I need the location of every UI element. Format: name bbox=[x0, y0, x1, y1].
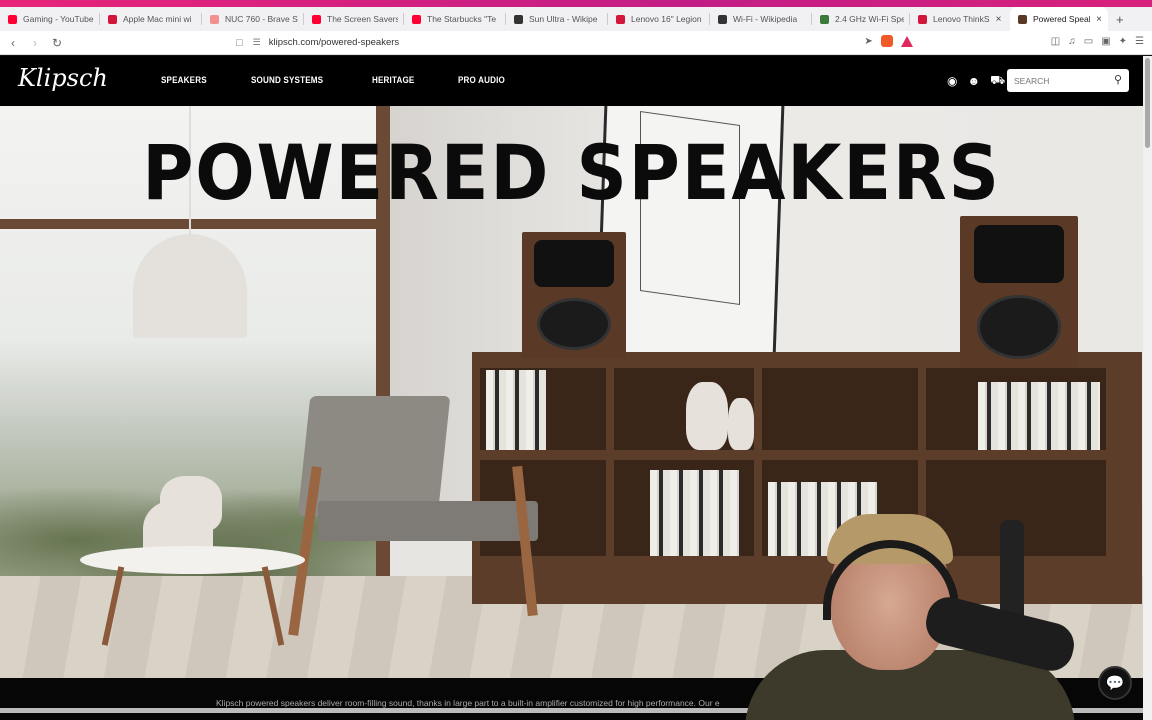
bm-icon bbox=[616, 14, 625, 24]
share-icon[interactable]: ➤ bbox=[864, 36, 872, 47]
close-tab-icon[interactable]: × bbox=[996, 14, 1002, 25]
speaker-left bbox=[522, 232, 626, 358]
tab-label: Powered Speak bbox=[1033, 14, 1091, 24]
tab[interactable]: Wi-Fi - Wikipedia bbox=[710, 7, 812, 31]
hero-title: POWERED SPEAKERS bbox=[142, 128, 1001, 217]
url-field[interactable]: klipsch.com/powered-speakers bbox=[269, 37, 399, 48]
reload-icon[interactable]: ↻ bbox=[48, 36, 66, 50]
tab-strip: Gaming - YouTube Apple Mac mini wi NUC 760… bbox=[0, 7, 1152, 31]
youtube-icon bbox=[412, 14, 421, 24]
bm-icon bbox=[108, 14, 117, 24]
account-icon[interactable]: ☻ bbox=[967, 74, 980, 88]
site-info-icon[interactable]: ☰ bbox=[253, 37, 261, 48]
link-icon bbox=[820, 14, 829, 24]
chat-icon[interactable]: 💬 bbox=[1098, 666, 1132, 700]
tab[interactable]: NUC 760 - Brave Se bbox=[202, 7, 304, 31]
nav-heritage[interactable]: HERITAGE bbox=[372, 75, 414, 86]
brave-shield-icon[interactable] bbox=[880, 35, 893, 47]
intro-text: Klipsch powered speakers deliver room-fi… bbox=[216, 698, 720, 708]
tab[interactable]: Lenovo ThinkS × bbox=[910, 7, 1010, 31]
klipsch-icon bbox=[1018, 14, 1027, 24]
address-bar: ‹ › ↻ □ ☰ klipsch.com/powered-speakers ➤… bbox=[0, 31, 1152, 55]
wikipedia-icon bbox=[718, 14, 727, 24]
tab-label: Wi-Fi - Wikipedia bbox=[733, 14, 798, 24]
nav-pro-audio[interactable]: PRO AUDIO bbox=[458, 75, 505, 86]
new-tab-icon[interactable]: + bbox=[1116, 12, 1124, 27]
menu-icon[interactable]: ☰ bbox=[1135, 36, 1144, 47]
location-icon[interactable]: ◉ bbox=[947, 74, 957, 88]
cart-icon[interactable]: ⛟ bbox=[990, 73, 1005, 89]
tab-label: The Screen Savers bbox=[327, 14, 398, 24]
nav-speakers[interactable]: SPEAKERS bbox=[161, 75, 207, 86]
tab-label: Gaming - YouTube bbox=[23, 14, 94, 24]
tab-label: Sun Ultra - Wikipe bbox=[529, 14, 598, 24]
tab-label: 2.4 GHz Wi-Fi Spe bbox=[835, 14, 904, 24]
tab-label: Lenovo 16" Legion bbox=[631, 14, 702, 24]
address-bar-actions: ➤ ◫ ♫ ▭ ▣ ✦ ☰ bbox=[864, 35, 1144, 47]
brave-rewards-icon[interactable] bbox=[900, 35, 913, 47]
tab[interactable]: The Starbucks "Te bbox=[404, 7, 506, 31]
youtube-icon bbox=[8, 14, 17, 24]
search-input[interactable] bbox=[1007, 69, 1102, 92]
header-icons: ◉ ☻ ⛟ bbox=[947, 73, 1005, 89]
tab-label: NUC 760 - Brave Se bbox=[225, 14, 298, 24]
tab[interactable]: Sun Ultra - Wikipe bbox=[506, 7, 608, 31]
tab[interactable]: 2.4 GHz Wi-Fi Spe bbox=[812, 7, 910, 31]
search-box: ⚲ bbox=[1007, 69, 1129, 92]
bm-icon bbox=[918, 14, 927, 24]
pendant-lamp bbox=[133, 234, 247, 338]
speaker-right bbox=[960, 216, 1078, 368]
window-accent-bar bbox=[0, 0, 1152, 7]
panel-icon[interactable]: ▭ bbox=[1084, 36, 1093, 47]
leo-icon[interactable]: ✦ bbox=[1119, 36, 1127, 47]
tab-label: Lenovo ThinkS bbox=[933, 14, 990, 24]
tab[interactable]: The Screen Savers bbox=[304, 7, 404, 31]
wallet-icon[interactable]: ▣ bbox=[1101, 36, 1110, 47]
back-icon[interactable]: ‹ bbox=[4, 36, 22, 50]
tab[interactable]: Gaming - YouTube bbox=[0, 7, 100, 31]
sidebar-icon[interactable]: ◫ bbox=[1051, 36, 1060, 47]
side-table bbox=[80, 546, 305, 574]
bookmark-icon[interactable]: □ bbox=[236, 37, 243, 49]
site-header: Klipsch SPEAKERS SOUND SYSTEMS HERITAGE … bbox=[0, 56, 1143, 106]
wikipedia-icon bbox=[514, 14, 523, 24]
close-tab-icon[interactable]: × bbox=[1096, 14, 1102, 25]
tab-label: The Starbucks "Te bbox=[427, 14, 497, 24]
forward-icon[interactable]: › bbox=[26, 36, 44, 50]
youtube-icon bbox=[312, 14, 321, 24]
brave-icon bbox=[210, 14, 219, 24]
nav-sound-systems[interactable]: SOUND SYSTEMS bbox=[251, 75, 323, 86]
klipsch-logo[interactable]: Klipsch bbox=[18, 64, 108, 92]
search-icon[interactable]: ⚲ bbox=[1114, 73, 1122, 86]
window-frame-bar bbox=[0, 219, 390, 229]
webcam-overlay bbox=[735, 500, 1152, 720]
armchair-back bbox=[297, 396, 451, 516]
armchair-seat bbox=[318, 501, 538, 541]
main-nav: SPEAKERS SOUND SYSTEMS HERITAGE PRO AUDI… bbox=[161, 75, 549, 86]
tab-label: Apple Mac mini wi bbox=[123, 14, 192, 24]
tab[interactable]: Powered Speak × bbox=[1010, 7, 1108, 31]
tab[interactable]: Apple Mac mini wi bbox=[100, 7, 202, 31]
tab[interactable]: Lenovo 16" Legion bbox=[608, 7, 710, 31]
music-icon[interactable]: ♫ bbox=[1068, 36, 1076, 47]
